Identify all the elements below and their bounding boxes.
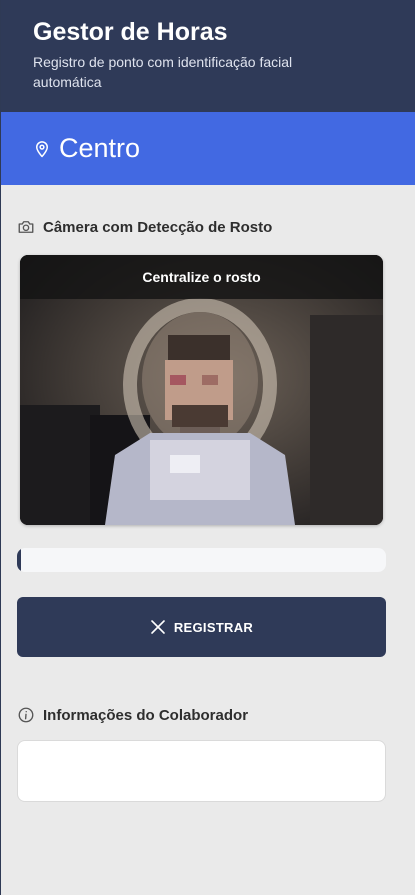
camera-viewport[interactable]: Centralize o rosto <box>20 255 383 525</box>
app-title: Gestor de Horas <box>33 18 228 46</box>
camera-section-header: Câmera com Detecção de Rosto <box>17 218 272 236</box>
camera-section-title: Câmera com Detecção de Rosto <box>43 218 273 236</box>
close-icon <box>150 619 166 635</box>
camera-icon <box>17 218 35 236</box>
info-section-title: Informações do Colaborador <box>43 706 249 724</box>
app-subtitle: Registro de ponto com identificação faci… <box>33 54 293 90</box>
app-header: Gestor de Horas Registro de ponto com id… <box>1 0 415 112</box>
employee-info-card <box>17 740 386 802</box>
location-name: Centro <box>59 133 141 163</box>
camera-instruction-text: Centralize o rosto <box>142 269 261 285</box>
register-button-label: REGISTRAR <box>173 619 254 635</box>
info-section-header: Informações do Colaborador <box>17 706 248 724</box>
map-pin-icon <box>33 140 51 158</box>
progress-bar <box>17 548 386 572</box>
progress-fill <box>17 548 21 572</box>
camera-instruction-banner: Centralize o rosto <box>20 255 383 299</box>
register-button[interactable]: REGISTRAR <box>17 597 386 657</box>
location-bar[interactable]: Centro <box>1 112 415 185</box>
info-icon <box>17 706 35 724</box>
